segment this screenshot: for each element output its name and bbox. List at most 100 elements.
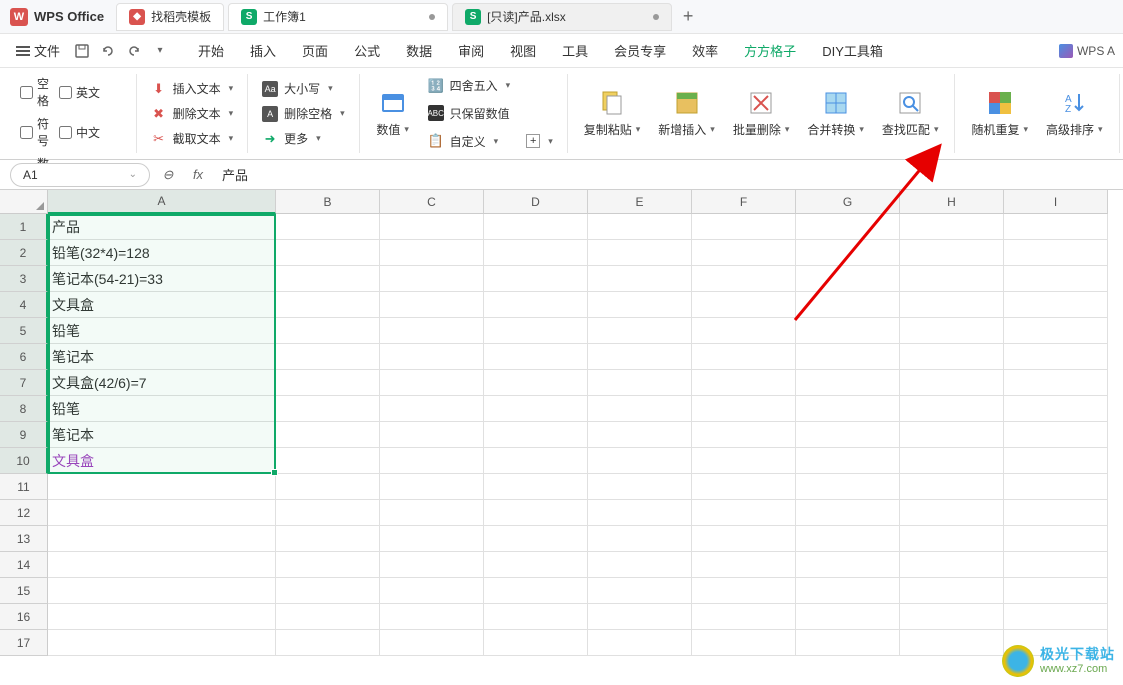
cell-F10[interactable]: [692, 448, 796, 474]
column-header-H[interactable]: H: [900, 190, 1004, 214]
cell-I6[interactable]: [1004, 344, 1108, 370]
cell-H15[interactable]: [900, 578, 1004, 604]
select-all-corner[interactable]: [0, 190, 48, 214]
cell-G14[interactable]: [796, 552, 900, 578]
cell-G6[interactable]: [796, 344, 900, 370]
menu-tab-tools[interactable]: 工具: [558, 35, 592, 66]
cell-F5[interactable]: [692, 318, 796, 344]
cell-D10[interactable]: [484, 448, 588, 474]
save-button[interactable]: [70, 39, 94, 63]
cell-H11[interactable]: [900, 474, 1004, 500]
row-header-16[interactable]: 16: [0, 604, 48, 630]
cell-F14[interactable]: [692, 552, 796, 578]
row-header-14[interactable]: 14: [0, 552, 48, 578]
cell-G9[interactable]: [796, 422, 900, 448]
row-header-11[interactable]: 11: [0, 474, 48, 500]
cell-I5[interactable]: [1004, 318, 1108, 344]
cell-B2[interactable]: [276, 240, 380, 266]
cell-B9[interactable]: [276, 422, 380, 448]
menu-tab-member[interactable]: 会员专享: [610, 35, 670, 66]
copy-paste-button[interactable]: 复制粘贴▾: [578, 87, 647, 140]
check-symbol[interactable]: 符号: [20, 114, 49, 150]
cell-G12[interactable]: [796, 500, 900, 526]
cell-C6[interactable]: [380, 344, 484, 370]
cell-E15[interactable]: [588, 578, 692, 604]
cell-A16[interactable]: [48, 604, 276, 630]
cell-F8[interactable]: [692, 396, 796, 422]
cut-text-button[interactable]: ✂截取文本▾: [147, 128, 238, 149]
cell-D12[interactable]: [484, 500, 588, 526]
cell-D8[interactable]: [484, 396, 588, 422]
tab-product-readonly[interactable]: S [只读]产品.xlsx: [452, 3, 672, 31]
cell-B11[interactable]: [276, 474, 380, 500]
cell-C16[interactable]: [380, 604, 484, 630]
cell-A6[interactable]: 笔记本: [48, 344, 276, 370]
column-header-E[interactable]: E: [588, 190, 692, 214]
new-tab-button[interactable]: +: [674, 3, 702, 31]
undo-button[interactable]: [96, 39, 120, 63]
cell-A17[interactable]: [48, 630, 276, 656]
case-button[interactable]: Aa大小写▾: [258, 78, 349, 99]
menu-tab-efficiency[interactable]: 效率: [688, 35, 722, 66]
cell-H16[interactable]: [900, 604, 1004, 630]
cell-B17[interactable]: [276, 630, 380, 656]
row-header-4[interactable]: 4: [0, 292, 48, 318]
keep-num-button[interactable]: ABC只保留数值: [424, 103, 515, 124]
cancel-formula-button[interactable]: ⊖: [158, 165, 178, 185]
cell-F11[interactable]: [692, 474, 796, 500]
cell-E5[interactable]: [588, 318, 692, 344]
column-header-G[interactable]: G: [796, 190, 900, 214]
cell-B8[interactable]: [276, 396, 380, 422]
cell-F15[interactable]: [692, 578, 796, 604]
cell-A1[interactable]: 产品: [48, 214, 276, 240]
tab-templates[interactable]: ◆ 找稻壳模板: [116, 3, 224, 31]
cell-G15[interactable]: [796, 578, 900, 604]
cell-E8[interactable]: [588, 396, 692, 422]
check-chinese[interactable]: 中文: [59, 114, 126, 150]
cell-F9[interactable]: [692, 422, 796, 448]
file-menu-button[interactable]: 文件: [8, 37, 68, 64]
cell-D5[interactable]: [484, 318, 588, 344]
random-repeat-button[interactable]: 随机重复▾: [965, 87, 1034, 140]
cell-F6[interactable]: [692, 344, 796, 370]
cell-D15[interactable]: [484, 578, 588, 604]
cell-C11[interactable]: [380, 474, 484, 500]
more-quick-button[interactable]: ▾: [148, 39, 172, 63]
cell-E3[interactable]: [588, 266, 692, 292]
cell-C7[interactable]: [380, 370, 484, 396]
cell-G10[interactable]: [796, 448, 900, 474]
cell-D17[interactable]: [484, 630, 588, 656]
cell-D14[interactable]: [484, 552, 588, 578]
cell-C14[interactable]: [380, 552, 484, 578]
cell-H7[interactable]: [900, 370, 1004, 396]
row-header-13[interactable]: 13: [0, 526, 48, 552]
cell-G7[interactable]: [796, 370, 900, 396]
cell-E2[interactable]: [588, 240, 692, 266]
cell-C8[interactable]: [380, 396, 484, 422]
cell-F12[interactable]: [692, 500, 796, 526]
delete-space-button[interactable]: A删除空格▾: [258, 103, 349, 124]
cell-H8[interactable]: [900, 396, 1004, 422]
cell-H9[interactable]: [900, 422, 1004, 448]
menu-tab-fanfan[interactable]: 方方格子: [740, 35, 800, 66]
cell-A4[interactable]: 文具盒: [48, 292, 276, 318]
column-header-I[interactable]: I: [1004, 190, 1108, 214]
cell-F3[interactable]: [692, 266, 796, 292]
cell-C17[interactable]: [380, 630, 484, 656]
cell-E9[interactable]: [588, 422, 692, 448]
menu-tab-insert[interactable]: 插入: [246, 35, 280, 66]
cell-I14[interactable]: [1004, 552, 1108, 578]
check-english[interactable]: 英文: [59, 74, 126, 110]
row-header-10[interactable]: 10: [0, 448, 48, 474]
cell-H1[interactable]: [900, 214, 1004, 240]
column-header-C[interactable]: C: [380, 190, 484, 214]
cell-H13[interactable]: [900, 526, 1004, 552]
cell-D16[interactable]: [484, 604, 588, 630]
cell-E6[interactable]: [588, 344, 692, 370]
cell-C15[interactable]: [380, 578, 484, 604]
cell-I11[interactable]: [1004, 474, 1108, 500]
cell-E16[interactable]: [588, 604, 692, 630]
cell-C12[interactable]: [380, 500, 484, 526]
cell-A11[interactable]: [48, 474, 276, 500]
cell-G5[interactable]: [796, 318, 900, 344]
